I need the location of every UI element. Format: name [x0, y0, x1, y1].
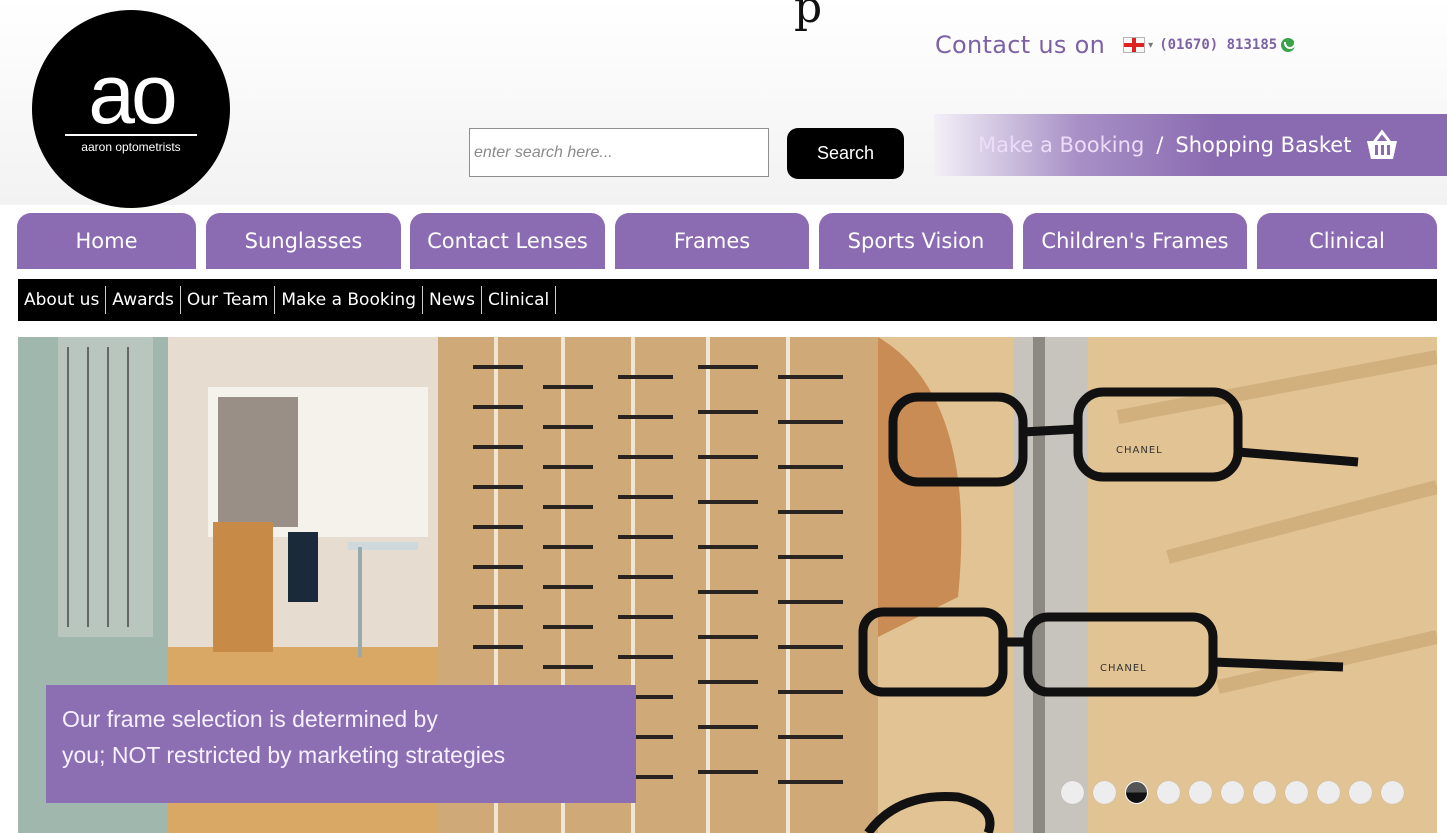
hero-caption: Our frame selection is determined by you…	[46, 685, 636, 803]
logo-mark: ao	[88, 47, 177, 141]
slider-dot[interactable]	[1189, 781, 1212, 804]
caret-down-icon[interactable]: ▾	[1148, 40, 1153, 51]
slider-dot[interactable]	[1381, 781, 1404, 804]
subnav-our-team[interactable]: Our Team	[181, 286, 276, 314]
uk-flag-icon[interactable]	[1123, 37, 1146, 53]
search-button[interactable]: Search	[787, 128, 904, 179]
phone-number[interactable]: (01670) 813185	[1159, 37, 1277, 53]
hero-slider[interactable]: CHANEL CHANEL Our frame selection is det…	[18, 337, 1437, 833]
logo-text: aaron optometrists	[81, 140, 181, 154]
slider-dot[interactable]	[1285, 781, 1308, 804]
sub-nav: About us Awards Our Team Make a Booking …	[18, 279, 1437, 321]
tab-childrens-frames[interactable]: Children's Frames	[1023, 213, 1247, 269]
shopping-basket-link[interactable]: Shopping Basket	[1175, 133, 1351, 157]
tab-contact-lenses[interactable]: Contact Lenses	[410, 213, 605, 269]
brand-label: CHANEL	[1116, 445, 1163, 456]
main-nav: Home Sunglasses Contact Lenses Frames Sp…	[0, 213, 1447, 269]
site-header: p ao aaron optometrists Contact us on ▾ …	[0, 0, 1447, 208]
slider-dot[interactable]	[1349, 781, 1372, 804]
contact-label: Contact us on	[935, 31, 1106, 59]
booking-bar: Make a Booking / Shopping Basket	[934, 114, 1447, 176]
logo-divider	[65, 134, 197, 136]
caption-line: Our frame selection is determined by	[62, 706, 438, 732]
slider-dot[interactable]	[1061, 781, 1084, 804]
caption-line: you; NOT restricted by marketing strateg…	[62, 742, 506, 768]
subnav-about-us[interactable]: About us	[18, 286, 107, 314]
brand-label: CHANEL	[1100, 663, 1147, 674]
slider-dot[interactable]	[1093, 781, 1116, 804]
contact-info: Contact us on ▾ (01670) 813185	[935, 30, 1297, 60]
top-glyph: p	[794, 0, 823, 33]
tab-home[interactable]: Home	[17, 213, 196, 269]
tab-sunglasses[interactable]: Sunglasses	[206, 213, 401, 269]
slider-dot[interactable]	[1253, 781, 1276, 804]
slider-dot-active[interactable]	[1125, 781, 1148, 804]
make-booking-link[interactable]: Make a Booking	[978, 133, 1144, 157]
slider-dot[interactable]	[1221, 781, 1244, 804]
booking-separator: /	[1156, 133, 1164, 157]
slider-dot[interactable]	[1317, 781, 1340, 804]
slider-dot[interactable]	[1157, 781, 1180, 804]
tab-clinical[interactable]: Clinical	[1257, 213, 1437, 269]
site-logo[interactable]: ao aaron optometrists	[32, 10, 230, 208]
subnav-clinical[interactable]: Clinical	[482, 286, 557, 314]
slider-pagination	[1061, 781, 1404, 804]
tab-frames[interactable]: Frames	[615, 213, 809, 269]
subnav-awards[interactable]: Awards	[106, 286, 181, 314]
phone-icon[interactable]	[1281, 38, 1297, 52]
search-input[interactable]	[469, 128, 769, 177]
subnav-make-a-booking[interactable]: Make a Booking	[275, 286, 423, 314]
shopping-basket-icon[interactable]	[1365, 129, 1399, 161]
subnav-news[interactable]: News	[423, 286, 482, 314]
tab-sports-vision[interactable]: Sports Vision	[819, 213, 1013, 269]
